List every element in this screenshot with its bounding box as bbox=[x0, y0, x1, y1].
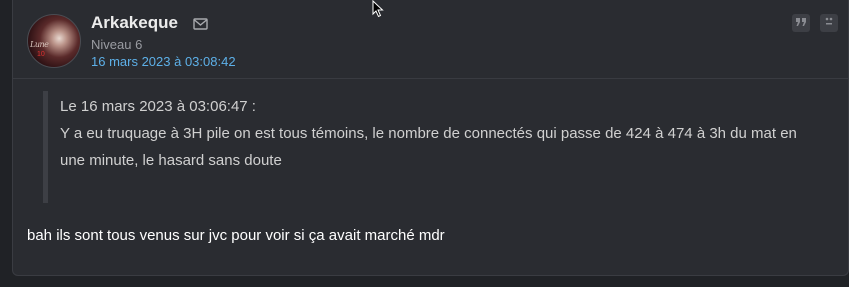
report-button[interactable] bbox=[820, 14, 838, 32]
avatar-signature-text: Lune bbox=[30, 40, 49, 49]
post-date-link[interactable]: 16 mars 2023 à 03:08:42 bbox=[91, 54, 236, 69]
forum-post: Lune 10 Arkakeque Niveau 6 16 mars 2023 … bbox=[12, 0, 849, 276]
quote-icon bbox=[795, 14, 807, 32]
quote-button[interactable] bbox=[792, 14, 810, 32]
quote-header: Le 16 mars 2023 à 03:06:47 : bbox=[60, 98, 256, 115]
author-name[interactable]: Arkakeque bbox=[91, 13, 178, 33]
reply-text: bah ils sont tous venus sur jvc pour voi… bbox=[27, 227, 445, 244]
avatar[interactable]: Lune 10 bbox=[27, 14, 81, 68]
mail-icon[interactable] bbox=[193, 17, 208, 30]
avatar-subtext: 10 bbox=[37, 51, 45, 58]
post-header: Lune 10 Arkakeque Niveau 6 16 mars 2023 … bbox=[13, 0, 848, 79]
mouse-cursor-icon bbox=[372, 0, 384, 18]
quote-block: Le 16 mars 2023 à 03:06:47 : Y a eu truq… bbox=[43, 91, 818, 203]
author-level: Niveau 6 bbox=[91, 37, 143, 52]
report-icon bbox=[823, 14, 835, 32]
quote-text: Y a eu truquage à 3H pile on est tous té… bbox=[60, 125, 797, 169]
